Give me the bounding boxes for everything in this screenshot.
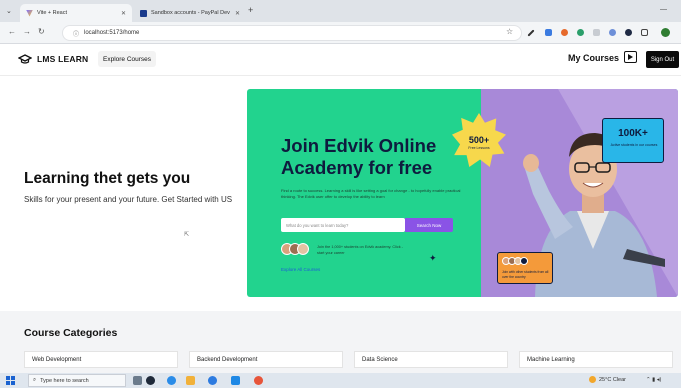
tab-title: Sandbox accounts - PayPal Dev [151, 10, 230, 16]
tab-close-icon[interactable]: ✕ [121, 10, 126, 17]
category-web-development[interactable]: Web Development [24, 351, 178, 368]
window-minimize-icon[interactable]: — [660, 6, 667, 13]
explore-courses-button[interactable]: Explore Courses [98, 51, 157, 67]
graduation-cap-icon [18, 54, 32, 64]
extension-icon[interactable] [593, 29, 600, 36]
pen-extension-icon[interactable] [527, 29, 535, 37]
browser-tab-active[interactable]: Vite + React ✕ [20, 4, 132, 22]
hero-banner: Join Edvik Online Academy for free Find … [247, 89, 678, 297]
badge-subtitle: Free Lessons [468, 146, 490, 150]
taskbar-app-icon[interactable] [208, 376, 217, 385]
badge-number: 500+ [468, 135, 490, 145]
browser-toolbar: ← → ↻ ⓘ localhost:5173/home ☆ [0, 22, 681, 44]
tab-title: Vite + React [37, 10, 68, 16]
edge-icon[interactable] [167, 376, 176, 385]
taskbar-weather[interactable]: 25°C Clear [589, 376, 626, 383]
browser-tab-inactive[interactable]: Sandbox accounts - PayPal Dev ✕ [134, 4, 246, 22]
windows-taskbar: ⌕ Type here to search 25°C Clear ⌃ ▮ ◂) [0, 373, 681, 388]
reload-icon[interactable]: ↻ [38, 27, 45, 36]
join-students-card: Join with other students from all over t… [497, 252, 553, 284]
card-text: Join with other students from all over t… [502, 270, 549, 279]
tab-list-chevron-icon[interactable]: ⌄ [6, 7, 12, 15]
chrome-icon[interactable] [254, 376, 263, 385]
vite-favicon-icon [26, 9, 33, 17]
app-header: LMS LEARN Explore Courses My Courses Sig… [0, 44, 681, 76]
vscode-icon[interactable] [231, 376, 240, 385]
extension-icon[interactable] [577, 29, 584, 36]
stat-subtitle: Active students in our courses [610, 143, 658, 147]
tab-close-icon[interactable]: ✕ [235, 10, 240, 17]
banner-description: Find a route to success. Learning a skil… [281, 188, 461, 199]
address-bar[interactable]: ⓘ localhost:5173/home [62, 25, 522, 41]
browser-tab-strip: ⌄ Vite + React ✕ Sandbox accounts - PayP… [0, 0, 681, 22]
sparkle-icon: ✦ [429, 253, 437, 263]
profile-avatar[interactable] [661, 28, 670, 37]
category-machine-learning[interactable]: Machine Learning [519, 351, 673, 368]
category-backend-development[interactable]: Backend Development [189, 351, 343, 368]
extension-icon[interactable] [545, 29, 552, 36]
banner-title: Join Edvik Online Academy for free [281, 135, 437, 178]
sun-icon [589, 376, 596, 383]
banner-explore-link: Explore All Courses [281, 267, 321, 272]
extension-icon[interactable] [561, 29, 568, 36]
tv-play-icon[interactable] [624, 51, 637, 63]
search-icon: ⌕ [33, 377, 37, 383]
student-avatars [281, 243, 315, 255]
hero-title: Learning thet gets you [24, 170, 191, 187]
taskbar-search-placeholder: Type here to search [40, 377, 89, 384]
new-tab-button[interactable]: + [248, 5, 253, 15]
banner-search-button: Search Now [405, 218, 453, 232]
logo-text[interactable]: LMS LEARN [37, 54, 88, 64]
system-tray-icon[interactable]: ⌃ ▮ ◂) [646, 377, 661, 383]
students-stat-card: 100K+ Active students in our courses [602, 118, 664, 163]
back-arrow-icon[interactable]: ← [8, 27, 16, 36]
side-panel-icon[interactable] [641, 29, 648, 36]
extension-icon[interactable] [609, 29, 616, 36]
url-text: localhost:5173/home [84, 30, 140, 36]
stat-number: 100K+ [618, 128, 648, 139]
taskbar-app-icon[interactable] [133, 376, 142, 385]
banner-search-input: What do you want to learn today? [281, 218, 405, 232]
hero-subtitle: Skills for your present and your future.… [24, 195, 233, 204]
taskbar-search-box[interactable]: ⌕ Type here to search [28, 374, 126, 387]
windows-start-icon[interactable] [6, 376, 15, 385]
site-info-icon[interactable]: ⓘ [73, 29, 79, 38]
mouse-cursor-icon: ⇱ [184, 232, 190, 238]
bookmark-star-icon[interactable]: ☆ [506, 27, 513, 36]
section-title: Course Categories [24, 327, 118, 339]
paypal-favicon-icon [140, 9, 147, 17]
forward-arrow-icon[interactable]: → [23, 27, 31, 36]
extension-icon[interactable] [625, 29, 632, 36]
weather-text: 25°C Clear [599, 376, 626, 383]
my-courses-link[interactable]: My Courses [568, 53, 619, 63]
sign-out-button[interactable]: Sign Out [646, 51, 679, 68]
taskbar-app-icon[interactable] [146, 376, 155, 385]
category-data-science[interactable]: Data Science [354, 351, 508, 368]
banner-join-text: Join the 1,000+ students on Edvik academ… [317, 245, 403, 255]
file-explorer-icon[interactable] [186, 376, 195, 385]
